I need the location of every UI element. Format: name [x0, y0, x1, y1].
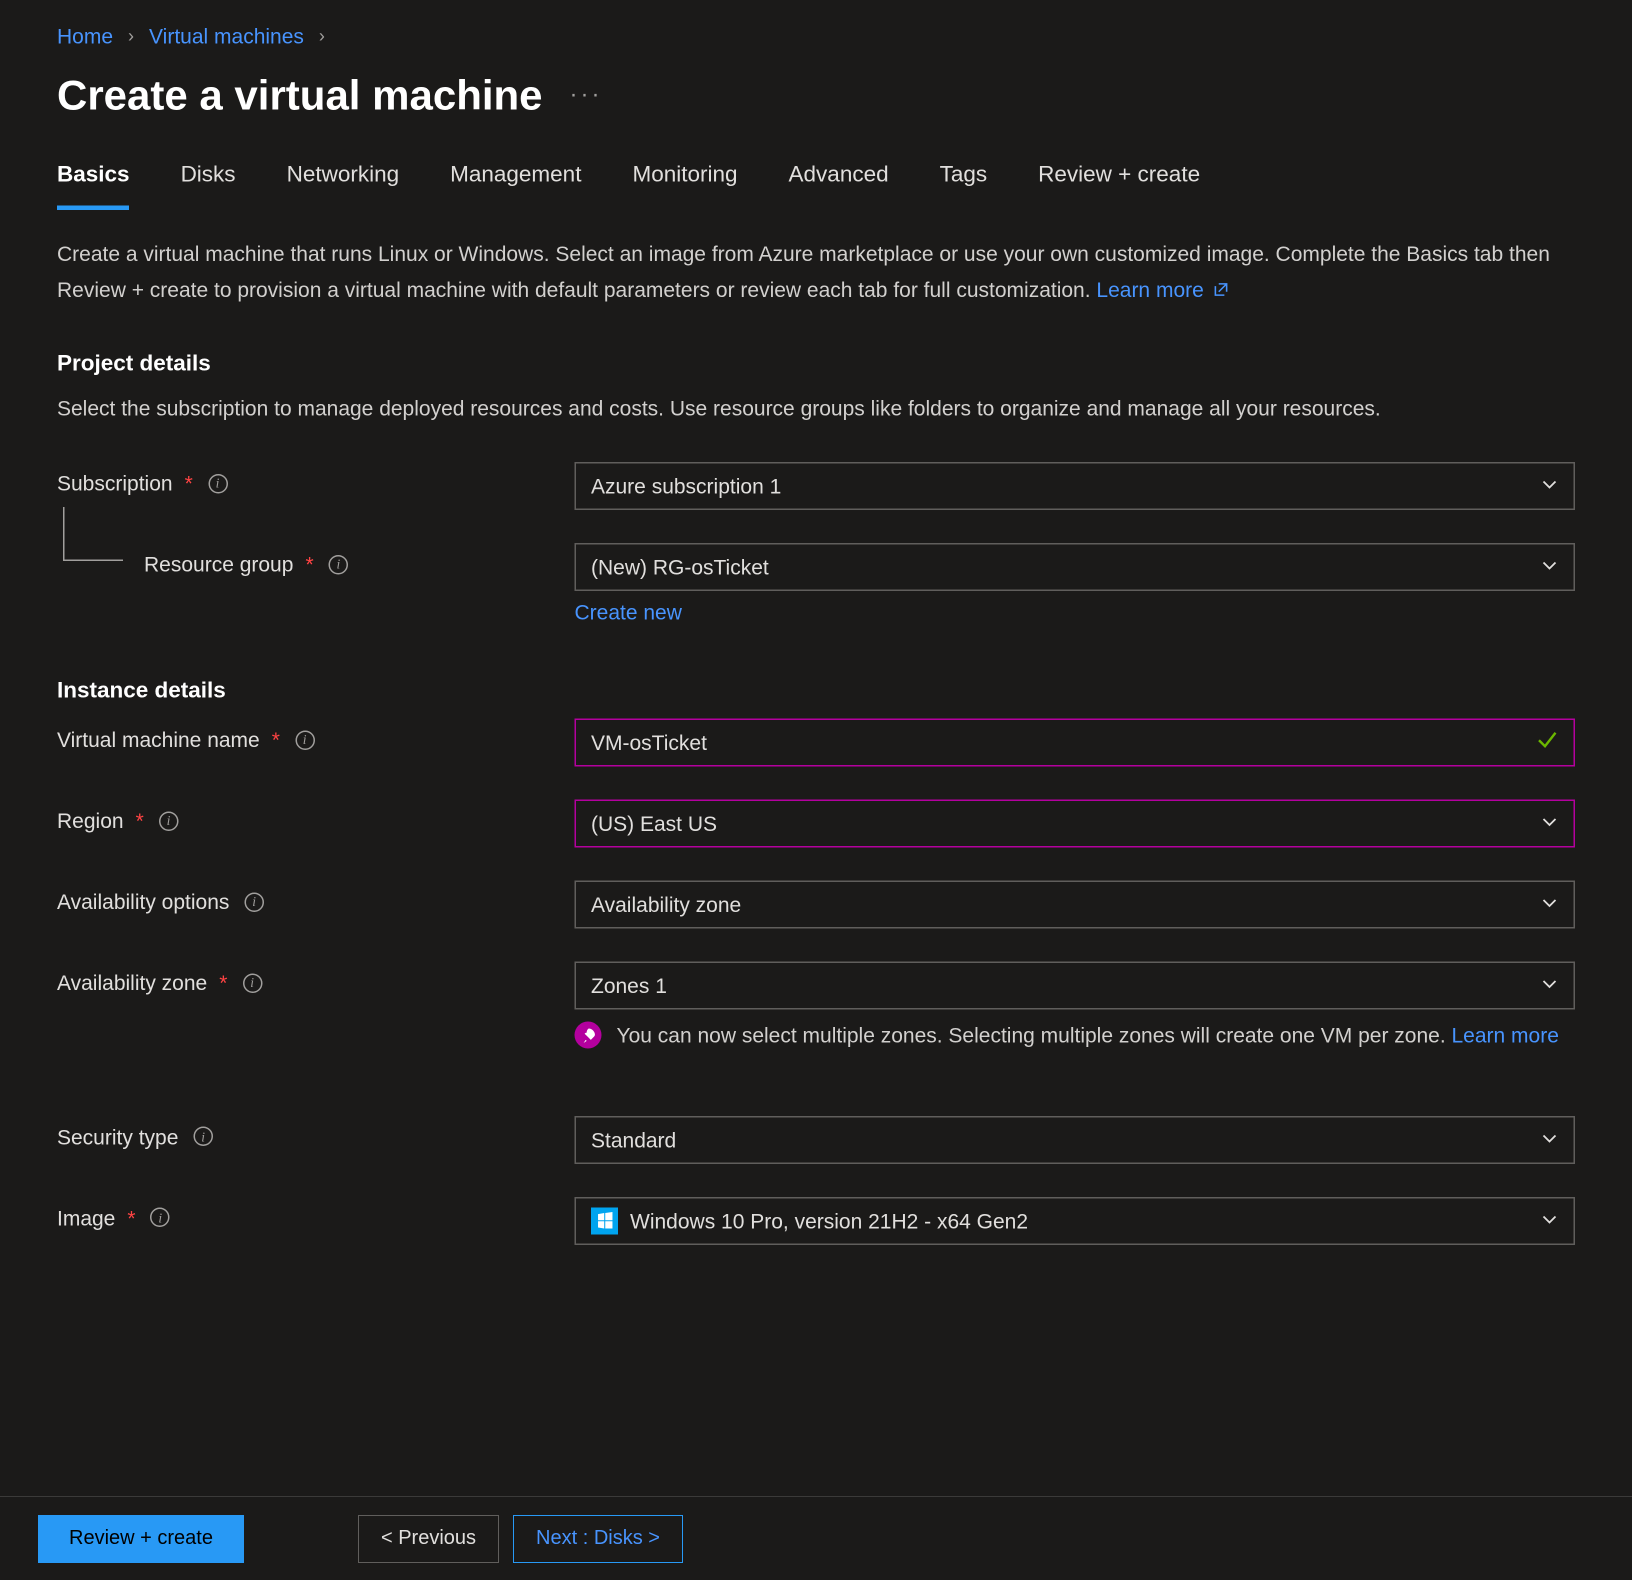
tab-basics[interactable]: Basics	[57, 162, 130, 210]
availability-zone-select[interactable]: Zones 1	[575, 962, 1576, 1010]
breadcrumb-virtual-machines[interactable]: Virtual machines	[149, 24, 304, 48]
info-icon[interactable]: i	[193, 1127, 213, 1147]
vm-name-input[interactable]	[575, 719, 1576, 767]
image-value: Windows 10 Pro, version 21H2 - x64 Gen2	[630, 1209, 1028, 1233]
resource-group-label: Resource group	[144, 553, 293, 577]
availability-options-value: Availability zone	[591, 893, 741, 917]
availability-zone-value: Zones 1	[591, 974, 667, 998]
chevron-down-icon	[1541, 556, 1559, 580]
zone-learn-more-link[interactable]: Learn more	[1452, 1024, 1559, 1048]
intro-description: Create a virtual machine that runs Linux…	[57, 237, 1557, 308]
tab-advanced[interactable]: Advanced	[789, 162, 889, 210]
image-select[interactable]: Windows 10 Pro, version 21H2 - x64 Gen2	[575, 1197, 1576, 1245]
region-label: Region	[57, 809, 124, 833]
security-type-value: Standard	[591, 1128, 676, 1152]
more-actions-icon[interactable]: ···	[570, 83, 603, 110]
rocket-icon	[575, 1022, 602, 1049]
chevron-down-icon	[1541, 1209, 1559, 1233]
info-icon[interactable]: i	[242, 973, 262, 993]
project-details-sub: Select the subscription to manage deploy…	[57, 391, 1557, 427]
required-indicator: *	[127, 1206, 135, 1230]
region-value: (US) East US	[591, 812, 717, 836]
info-icon[interactable]: i	[159, 811, 179, 831]
required-indicator: *	[272, 728, 280, 752]
image-label: Image	[57, 1206, 115, 1230]
checkmark-icon	[1535, 729, 1559, 758]
availability-options-select[interactable]: Availability zone	[575, 881, 1576, 929]
chevron-right-icon: ›	[319, 26, 325, 47]
required-indicator: *	[136, 809, 144, 833]
tab-bar: Basics Disks Networking Management Monit…	[57, 162, 1575, 210]
tab-review-create[interactable]: Review + create	[1038, 162, 1200, 210]
tab-monitoring[interactable]: Monitoring	[632, 162, 737, 210]
subscription-value: Azure subscription 1	[591, 475, 781, 499]
external-link-icon	[1213, 274, 1231, 292]
chevron-down-icon	[1541, 812, 1559, 836]
required-indicator: *	[305, 553, 313, 577]
previous-button[interactable]: < Previous	[358, 1515, 499, 1563]
page-title: Create a virtual machine	[57, 72, 543, 120]
info-icon[interactable]: i	[244, 892, 264, 912]
vm-name-field[interactable]	[591, 731, 1529, 755]
create-new-link[interactable]: Create new	[575, 601, 682, 625]
required-indicator: *	[219, 971, 227, 995]
instance-details-heading: Instance details	[57, 679, 1575, 705]
tab-management[interactable]: Management	[450, 162, 581, 210]
info-icon[interactable]: i	[208, 474, 228, 494]
learn-more-link[interactable]: Learn more	[1096, 277, 1230, 301]
subscription-label: Subscription	[57, 472, 173, 496]
windows-icon	[591, 1207, 618, 1234]
required-indicator: *	[185, 472, 193, 496]
chevron-right-icon: ›	[128, 26, 134, 47]
chevron-down-icon	[1541, 475, 1559, 499]
security-type-select[interactable]: Standard	[575, 1116, 1576, 1164]
vm-name-label: Virtual machine name	[57, 728, 260, 752]
footer-bar: Review + create < Previous Next : Disks …	[0, 1496, 1632, 1580]
chevron-down-icon	[1541, 974, 1559, 998]
availability-options-label: Availability options	[57, 890, 229, 914]
resource-group-select[interactable]: (New) RG-osTicket	[575, 544, 1576, 592]
tab-networking[interactable]: Networking	[287, 162, 400, 210]
breadcrumb-home[interactable]: Home	[57, 24, 113, 48]
project-details-heading: Project details	[57, 350, 1575, 376]
tree-connector-icon	[63, 508, 123, 562]
region-select[interactable]: (US) East US	[575, 800, 1576, 848]
info-icon[interactable]: i	[151, 1208, 171, 1228]
subscription-select[interactable]: Azure subscription 1	[575, 463, 1576, 511]
next-disks-button[interactable]: Next : Disks >	[513, 1515, 683, 1563]
chevron-down-icon	[1541, 1128, 1559, 1152]
review-create-button[interactable]: Review + create	[38, 1515, 244, 1563]
chevron-down-icon	[1541, 893, 1559, 917]
security-type-label: Security type	[57, 1125, 178, 1149]
tab-tags[interactable]: Tags	[940, 162, 988, 210]
availability-zone-label: Availability zone	[57, 971, 207, 995]
intro-text: Create a virtual machine that runs Linux…	[57, 242, 1550, 302]
info-icon[interactable]: i	[295, 730, 315, 750]
zone-callout: You can now select multiple zones. Selec…	[575, 1010, 1576, 1053]
info-icon[interactable]: i	[329, 555, 349, 575]
tab-disks[interactable]: Disks	[181, 162, 236, 210]
zone-callout-text: You can now select multiple zones. Selec…	[617, 1024, 1452, 1048]
resource-group-value: (New) RG-osTicket	[591, 556, 769, 580]
breadcrumb: Home › Virtual machines ›	[57, 24, 1575, 48]
